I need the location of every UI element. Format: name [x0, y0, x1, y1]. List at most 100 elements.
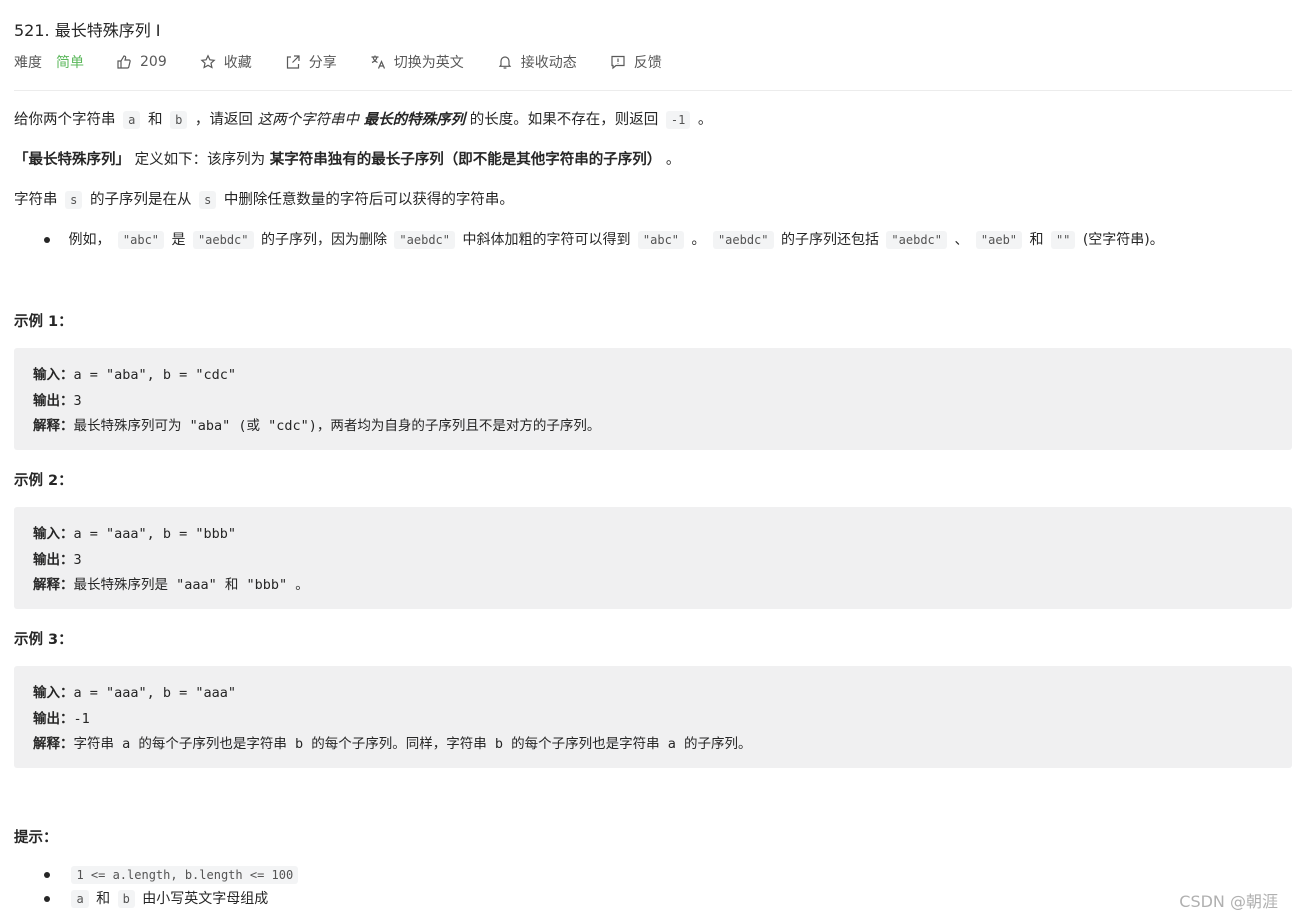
example-explain-row: 解释：最长特殊序列可为 "aba" (或 "cdc")，两者均为自身的子序列且不… [33, 414, 600, 434]
text: 的子序列，因为删除 [260, 232, 387, 248]
text: 例如， [68, 232, 111, 248]
emphasis-bold-text: 最长的特殊序列 [363, 112, 466, 128]
star-icon [200, 54, 216, 69]
text: 和 [96, 891, 111, 907]
translate-button[interactable]: 切换为英文 [370, 52, 464, 72]
input-label: 输入： [33, 526, 74, 542]
text: 是 [171, 232, 186, 248]
hint-item-2: a 和 b 由小写英文字母组成 [44, 888, 268, 910]
difficulty-badge: 简单 [56, 55, 84, 71]
output-value: 3 [73, 552, 82, 568]
input-value: a = "aba", b = "cdc" [73, 367, 237, 383]
feedback-button[interactable]: 反馈 [610, 52, 662, 72]
text: 和 [1029, 232, 1044, 248]
text: 的子序列还包括 [780, 232, 879, 248]
text: (空字符串)。 [1082, 232, 1164, 248]
text: 由小写英文字母组成 [142, 891, 269, 907]
notify-label: 接收动态 [520, 55, 577, 71]
translate-label: 切换为英文 [393, 55, 464, 71]
inline-code: "abc" [637, 231, 685, 249]
bold-text: 某字符串独有的最长子序列（即不能是其他字符串的子序列） [269, 152, 662, 168]
input-value: a = "aaa", b = "bbb" [73, 526, 237, 542]
divider [14, 90, 1292, 91]
inline-code: s [65, 191, 83, 209]
bold-text: 「最长特殊序列」 [14, 152, 130, 168]
example-2-block: 输入：a = "aaa", b = "bbb" 输出：3 解释：最长特殊序列是 … [14, 507, 1292, 609]
example-3-heading: 示例 3： [14, 632, 73, 648]
notify-button[interactable]: 接收动态 [497, 52, 577, 72]
favorite-button[interactable]: 收藏 [200, 52, 252, 72]
difficulty-label: 难度 [14, 55, 42, 71]
text: 中斜体加粗的字符可以得到 [462, 232, 631, 248]
text: 定义如下：该序列为 [134, 152, 266, 168]
example-1-block: 输入：a = "aba", b = "cdc" 输出：3 解释：最长特殊序列可为… [14, 348, 1292, 450]
example-input-row: 输入：a = "aaa", b = "bbb" [33, 522, 236, 542]
input-label: 输入： [33, 367, 74, 383]
inline-code: a [123, 111, 141, 129]
example-output-row: 输出：-1 [33, 707, 90, 727]
example-2-heading: 示例 2： [14, 473, 73, 489]
inline-code: "aebdc" [712, 231, 774, 249]
text: 中删除任意数量的字符后可以获得的字符串。 [223, 192, 514, 208]
description-paragraph-2: 「最长特殊序列」 定义如下：该序列为 某字符串独有的最长子序列（即不能是其他字符… [14, 149, 680, 171]
text: 。 [691, 232, 706, 248]
like-button[interactable]: 209 [116, 54, 167, 70]
text: 的子序列是在从 [89, 192, 192, 208]
description-bullet: 例如， "abc" 是 "aebdc" 的子序列，因为删除 "aebdc" 中斜… [44, 229, 1164, 251]
example-input-row: 输入：a = "aaa", b = "aaa" [33, 681, 236, 701]
explain-label: 解释： [33, 418, 74, 434]
text: 和 [147, 112, 163, 128]
output-value: -1 [73, 711, 90, 727]
text: 。 [697, 112, 713, 128]
explain-label: 解释： [33, 577, 74, 593]
output-value: 3 [73, 393, 82, 409]
bullet-dot [44, 872, 50, 878]
example-output-row: 输出：3 [33, 389, 82, 409]
text: 的长度。如果不存在，则返回 [469, 112, 659, 128]
text: 。 [665, 152, 681, 168]
inline-code: -1 [665, 111, 691, 129]
inline-code: b [117, 890, 135, 908]
feedback-icon [611, 55, 625, 70]
share-label: 分享 [308, 55, 337, 71]
translate-icon [371, 55, 385, 69]
inline-code: "aebdc" [886, 231, 947, 249]
example-output-row: 输出：3 [33, 548, 82, 568]
inline-code: b [170, 111, 188, 129]
explain-value: 最长特殊序列是 "aaa" 和 "bbb" 。 [73, 577, 309, 593]
explain-value: 最长特殊序列可为 "aba" (或 "cdc")，两者均为自身的子序列且不是对方… [73, 418, 601, 434]
example-input-row: 输入：a = "aba", b = "cdc" [33, 363, 236, 383]
feedback-label: 反馈 [633, 55, 662, 71]
explain-value: 字符串 a 的每个子序列也是字符串 b 的每个子序列。同样，字符串 b 的每个子… [73, 736, 752, 752]
share-icon [286, 55, 300, 69]
favorite-label: 收藏 [223, 55, 252, 71]
bullet-dot [44, 896, 50, 902]
bullet-dot [44, 237, 50, 243]
watermark: CSDN @朝涯 [1179, 892, 1278, 911]
inline-code: s [199, 191, 217, 209]
description-paragraph-3: 字符串 s 的子序列是在从 s 中删除任意数量的字符后可以获得的字符串。 [14, 189, 514, 211]
inline-code: "aebdc" [192, 231, 254, 249]
bell-icon [498, 56, 511, 69]
hint-item-1: 1 <= a.length, b.length <= 100 [44, 864, 301, 886]
text: 、 [954, 232, 969, 248]
input-value: a = "aaa", b = "aaa" [73, 685, 237, 701]
text: 给你两个字符串 [14, 112, 116, 128]
description-paragraph-1: 给你两个字符串 a 和 b ，请返回 这两个字符串中 最长的特殊序列 的长度。如… [14, 109, 712, 131]
explain-label: 解释： [33, 736, 74, 752]
problem-meta-bar: 难度 简单 209 收藏 分享 切换为英文 接收动态 反馈 [14, 52, 695, 72]
inline-code: "aeb" [975, 231, 1023, 249]
inline-code: "abc" [117, 231, 165, 249]
hints-heading: 提示： [14, 830, 58, 846]
problem-title: 521. 最长特殊序列 Ⅰ [14, 21, 161, 40]
emphasis-text: 这两个字符串中 [257, 112, 360, 128]
like-count: 209 [140, 54, 167, 70]
share-button[interactable]: 分享 [285, 52, 337, 72]
inline-code: 1 <= a.length, b.length <= 100 [71, 866, 299, 884]
text: 字符串 [14, 192, 58, 208]
inline-code: "aebdc" [394, 231, 455, 249]
output-label: 输出： [33, 393, 74, 409]
thumbs-up-icon [117, 55, 131, 69]
example-explain-row: 解释：最长特殊序列是 "aaa" 和 "bbb" 。 [33, 573, 309, 593]
input-label: 输入： [33, 685, 74, 701]
